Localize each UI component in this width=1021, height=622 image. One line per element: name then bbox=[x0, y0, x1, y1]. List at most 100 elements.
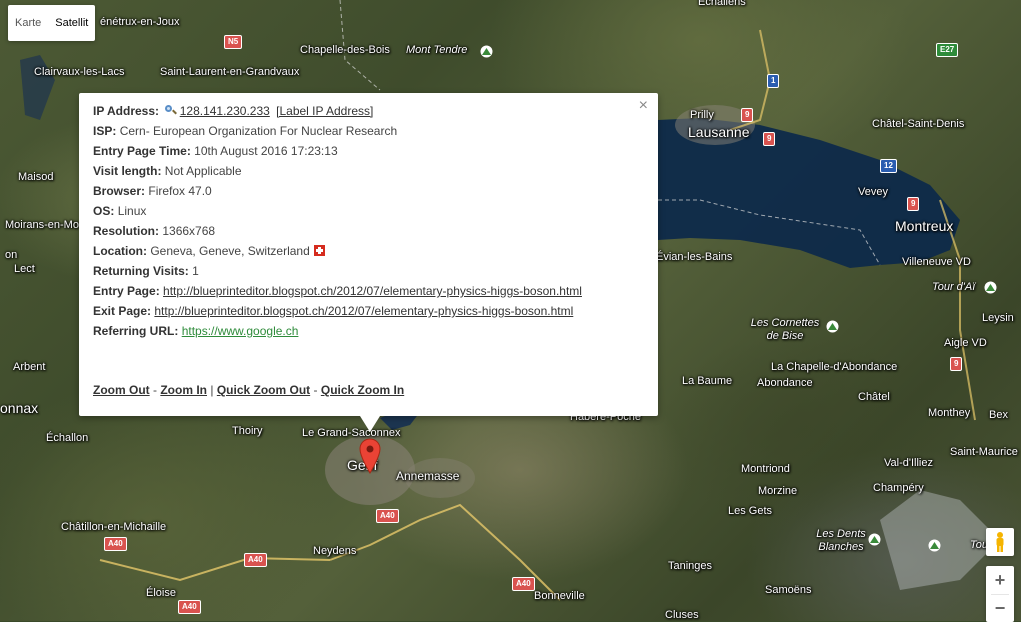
place-label: Les Cornettes de Bise bbox=[750, 317, 820, 342]
ip-label: IP Address: bbox=[93, 104, 160, 118]
place-label: Châtel-Saint-Denis bbox=[872, 118, 965, 130]
map-type-control: Karte Satellit bbox=[8, 5, 96, 41]
place-label: Chapelle-des-Bois bbox=[300, 44, 390, 56]
road-shield: 9 bbox=[741, 108, 754, 122]
road-shield: 9 bbox=[763, 132, 776, 146]
road-shield: A40 bbox=[376, 509, 399, 523]
ip-address-link[interactable]: 128.141.230.233 bbox=[180, 104, 270, 118]
referring-label: Referring URL: bbox=[93, 324, 179, 338]
exit-page-row: Exit Page: http://blueprinteditor.blogsp… bbox=[93, 303, 582, 323]
place-label: Les Dents Blanches bbox=[816, 528, 866, 553]
zoom-in-button[interactable]: + bbox=[986, 566, 1014, 594]
location-row: Location: Geneva, Geneve, Switzerland bbox=[93, 243, 582, 263]
place-label: Évian-les-Bains bbox=[656, 251, 733, 263]
lac-de-joux bbox=[20, 55, 55, 120]
swiss-flag-icon bbox=[313, 245, 325, 256]
place-label: Maisod bbox=[18, 171, 54, 183]
place-label: Neydens bbox=[313, 545, 357, 557]
isp-value: Cern- European Organization For Nuclear … bbox=[119, 124, 398, 138]
map-type-satellite-button[interactable]: Satellit bbox=[48, 5, 95, 41]
road-shield: 12 bbox=[880, 159, 897, 173]
location-label: Location: bbox=[93, 244, 147, 258]
browser-value: Firefox 47.0 bbox=[148, 184, 212, 198]
isp-row: ISP: Cern- European Organization For Nuc… bbox=[93, 123, 582, 143]
place-label: Arbent bbox=[13, 361, 46, 373]
resolution-row: Resolution: 1366x768 bbox=[93, 223, 582, 243]
place-label: Cluses bbox=[665, 609, 699, 621]
entry-page-link[interactable]: http://blueprinteditor.blogspot.ch/2012/… bbox=[163, 284, 582, 298]
zoom-in-link[interactable]: Zoom In bbox=[160, 383, 207, 397]
place-label: Monthey bbox=[928, 407, 971, 419]
location-marker-icon[interactable] bbox=[359, 438, 381, 474]
place-label: Clairvaux-les-Lacs bbox=[34, 66, 125, 78]
browser-row: Browser: Firefox 47.0 bbox=[93, 183, 582, 203]
place-label: énétrux-en-Joux bbox=[100, 16, 180, 28]
place-label: Lausanne bbox=[688, 124, 750, 140]
road-shield: N5 bbox=[224, 35, 243, 49]
road-shield: A40 bbox=[104, 537, 127, 551]
entry-page-row: Entry Page: http://blueprinteditor.blogs… bbox=[93, 283, 582, 303]
quick-zoom-in-link[interactable]: Quick Zoom In bbox=[321, 383, 404, 397]
zoom-control: + − bbox=[986, 566, 1014, 622]
place-label: Annemasse bbox=[396, 469, 460, 483]
os-row: OS: Linux bbox=[93, 203, 582, 223]
visit-length-label: Visit length: bbox=[93, 164, 162, 178]
place-label: Samoëns bbox=[765, 584, 812, 596]
street-view-pegman-button[interactable] bbox=[986, 528, 1014, 556]
place-label: Thoiry bbox=[232, 425, 263, 437]
place-label: onnax bbox=[0, 400, 39, 416]
road-shield: A40 bbox=[512, 577, 535, 591]
magnifier-icon[interactable] bbox=[165, 105, 176, 116]
peak-icon bbox=[826, 320, 839, 333]
resolution-value: 1366x768 bbox=[162, 224, 216, 238]
place-label: Échallon bbox=[46, 432, 89, 444]
peak-icon bbox=[984, 281, 997, 294]
pegman-icon bbox=[996, 532, 1004, 552]
road-shield: 9 bbox=[907, 197, 920, 211]
zoom-links: Zoom Out - Zoom In | Quick Zoom Out - Qu… bbox=[93, 383, 404, 397]
road-shield: 1 bbox=[767, 74, 780, 88]
place-label: on bbox=[5, 249, 18, 261]
place-label: Saint-Maurice bbox=[950, 446, 1018, 458]
returning-label: Returning Visits: bbox=[93, 264, 189, 278]
visitor-info-window: × IP Address: 128.141.230.233 [Label IP … bbox=[79, 93, 658, 432]
place-label: Leysin bbox=[982, 312, 1014, 324]
road-shield: A40 bbox=[244, 553, 267, 567]
place-label: Morzine bbox=[758, 485, 798, 497]
zoom-out-button[interactable]: − bbox=[986, 595, 1014, 622]
referring-url-link[interactable]: https://www.google.ch bbox=[182, 324, 299, 338]
label-ip-link[interactable]: [Label IP Address] bbox=[276, 104, 373, 118]
entry-time-label: Entry Page Time: bbox=[93, 144, 191, 158]
browser-label: Browser: bbox=[93, 184, 146, 198]
separator: | bbox=[210, 383, 214, 397]
place-label: Saint-Laurent-en-Grandvaux bbox=[160, 66, 300, 78]
place-label: Le Grand-Saconnex bbox=[302, 427, 401, 439]
road-shield: E27 bbox=[936, 43, 959, 57]
place-label: Châtel bbox=[858, 391, 890, 403]
map-type-karte-button[interactable]: Karte bbox=[8, 5, 48, 41]
place-label: Éloise bbox=[146, 587, 176, 599]
returning-row: Returning Visits: 1 bbox=[93, 263, 582, 283]
place-label: La Baume bbox=[682, 375, 733, 387]
place-label: Bex bbox=[989, 409, 1008, 421]
place-label: Prilly bbox=[690, 109, 714, 121]
referring-row: Referring URL: https://www.google.ch bbox=[93, 323, 582, 343]
exit-page-link[interactable]: http://blueprinteditor.blogspot.ch/2012/… bbox=[154, 304, 573, 318]
isp-label: ISP: bbox=[93, 124, 117, 138]
exit-page-label: Exit Page: bbox=[93, 304, 152, 318]
visit-length-row: Visit length: Not Applicable bbox=[93, 163, 582, 183]
zoom-out-link[interactable]: Zoom Out bbox=[93, 383, 150, 397]
peak-icon bbox=[868, 533, 881, 546]
separator: - bbox=[153, 383, 157, 397]
place-label: Val-d'Illiez bbox=[884, 457, 933, 469]
visitor-details: IP Address: 128.141.230.233 [Label IP Ad… bbox=[93, 103, 582, 343]
place-label: Montreux bbox=[895, 218, 954, 234]
entry-time-row: Entry Page Time: 10th August 2016 17:23:… bbox=[93, 143, 582, 163]
road-shield: A40 bbox=[178, 600, 201, 614]
place-label: La Chapelle-d'Abondance bbox=[771, 361, 898, 373]
os-value: Linux bbox=[117, 204, 147, 218]
close-icon[interactable]: × bbox=[639, 98, 648, 114]
quick-zoom-out-link[interactable]: Quick Zoom Out bbox=[217, 383, 310, 397]
os-label: OS: bbox=[93, 204, 115, 218]
place-label: Taninges bbox=[668, 560, 713, 572]
